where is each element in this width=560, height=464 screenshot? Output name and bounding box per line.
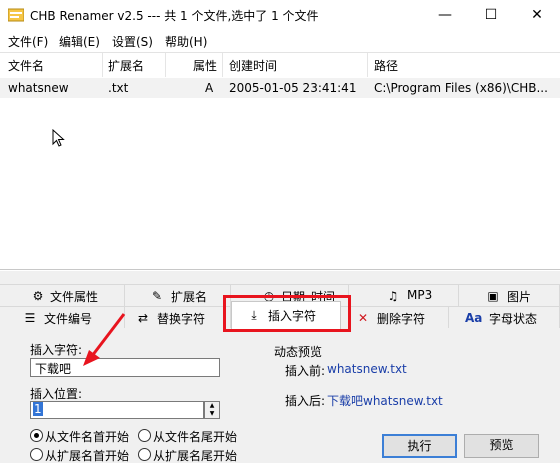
cell-created-time: 2005-01-05 23:41:41 (229, 81, 357, 95)
radio-from-name-start-label[interactable]: 从文件名首开始 (45, 428, 129, 445)
column-header-created-time[interactable]: 创建时间 (229, 57, 277, 74)
tab-mp3[interactable]: ♫ MP3 (349, 284, 459, 306)
maximize-button[interactable]: ☐ (468, 0, 514, 30)
menu-file[interactable]: 文件(F) (8, 33, 48, 50)
radio-from-name-end[interactable] (138, 429, 151, 442)
highlight-frame (223, 295, 351, 332)
preview-button[interactable]: 预览 (464, 434, 539, 458)
letter-case-icon: Aa (465, 311, 483, 325)
radio-from-name-end-label[interactable]: 从文件名尾开始 (153, 428, 237, 445)
column-separator[interactable] (165, 53, 166, 77)
tab-letter-case[interactable]: Aa 字母状态 (449, 306, 560, 328)
preview-before-value: whatsnew.txt (327, 362, 407, 376)
menu-settings[interactable]: 设置(S) (112, 33, 153, 50)
image-icon: ▣ (487, 289, 499, 303)
insert-position-value: 1 (33, 402, 43, 416)
tab-image[interactable]: ▣ 图片 (459, 284, 560, 306)
radio-from-ext-end-label[interactable]: 从扩展名尾开始 (153, 447, 237, 464)
close-button[interactable]: ✕ (514, 0, 560, 30)
radio-from-ext-start-label[interactable]: 从扩展名首开始 (45, 447, 129, 464)
preview-after-value: 下载吧whatsnew.txt (327, 394, 443, 408)
preview-after-label: 插入后: (285, 394, 326, 408)
title-bar: CHB Renamer v2.5 --- 共 1 个文件,选中了 1 个文件 —… (0, 0, 560, 30)
window-title: CHB Renamer v2.5 --- 共 1 个文件,选中了 1 个文件 (30, 9, 319, 23)
annotation-arrow (83, 313, 126, 366)
file-list[interactable]: 文件名 扩展名 属性 创建时间 路径 whatsnew .txt A 2005-… (0, 52, 560, 270)
spin-up-icon[interactable]: ▲ (205, 402, 219, 410)
spin-down-icon[interactable]: ▼ (205, 410, 219, 418)
cell-attributes: A (205, 81, 214, 95)
tab-file-attributes[interactable]: ⚙ 文件属性 (0, 284, 125, 306)
cell-filename: whatsnew (8, 81, 69, 95)
tab-delete-char[interactable]: ✕ 删除字符 (341, 306, 449, 328)
column-separator[interactable] (367, 53, 368, 77)
tab-replace-char[interactable]: ⇄ 替换字符 (125, 306, 231, 328)
minimize-button[interactable]: — (422, 0, 468, 30)
numbered-list-icon: ☰ (24, 311, 36, 325)
insert-position-input[interactable]: 1 (30, 401, 204, 419)
insert-position-label: 插入位置: (30, 387, 83, 401)
tab-extension[interactable]: ✎ 扩展名 (125, 284, 231, 306)
column-header-path[interactable]: 路径 (374, 57, 398, 74)
delete-x-icon: ✕ (357, 311, 369, 325)
column-header-attributes[interactable]: 属性 (193, 57, 217, 74)
table-row[interactable]: whatsnew .txt A 2005-01-05 23:41:41 C:\P… (0, 78, 560, 98)
column-separator[interactable] (222, 53, 223, 77)
menu-edit[interactable]: 编辑(E) (59, 33, 100, 50)
edit-icon: ✎ (151, 289, 163, 303)
column-header-extension[interactable]: 扩展名 (108, 57, 144, 74)
music-icon: ♫ (387, 289, 399, 303)
gear-icon: ⚙ (32, 289, 44, 303)
insert-char-label: 插入字符: (30, 343, 83, 357)
execute-button[interactable]: 执行 (382, 434, 457, 458)
menu-help[interactable]: 帮助(H) (165, 33, 207, 50)
insert-position-spinner[interactable]: ▲ ▼ (204, 401, 220, 419)
preview-before-label: 插入前: (285, 364, 326, 378)
radio-from-ext-start[interactable] (30, 448, 43, 461)
cell-extension: .txt (108, 81, 129, 95)
radio-from-ext-end[interactable] (138, 448, 151, 461)
app-icon (8, 8, 24, 22)
radio-from-name-start[interactable] (30, 429, 43, 442)
menu-bar: 文件(F) 编辑(E) 设置(S) 帮助(H) (0, 30, 560, 52)
preview-title: 动态预览 (274, 345, 323, 359)
column-separator[interactable] (102, 53, 103, 77)
replace-icon: ⇄ (137, 311, 149, 325)
mouse-cursor-icon (52, 129, 65, 147)
column-header-filename[interactable]: 文件名 (8, 57, 44, 74)
cell-path: C:\Program Files (x86)\CHB... (374, 81, 548, 95)
